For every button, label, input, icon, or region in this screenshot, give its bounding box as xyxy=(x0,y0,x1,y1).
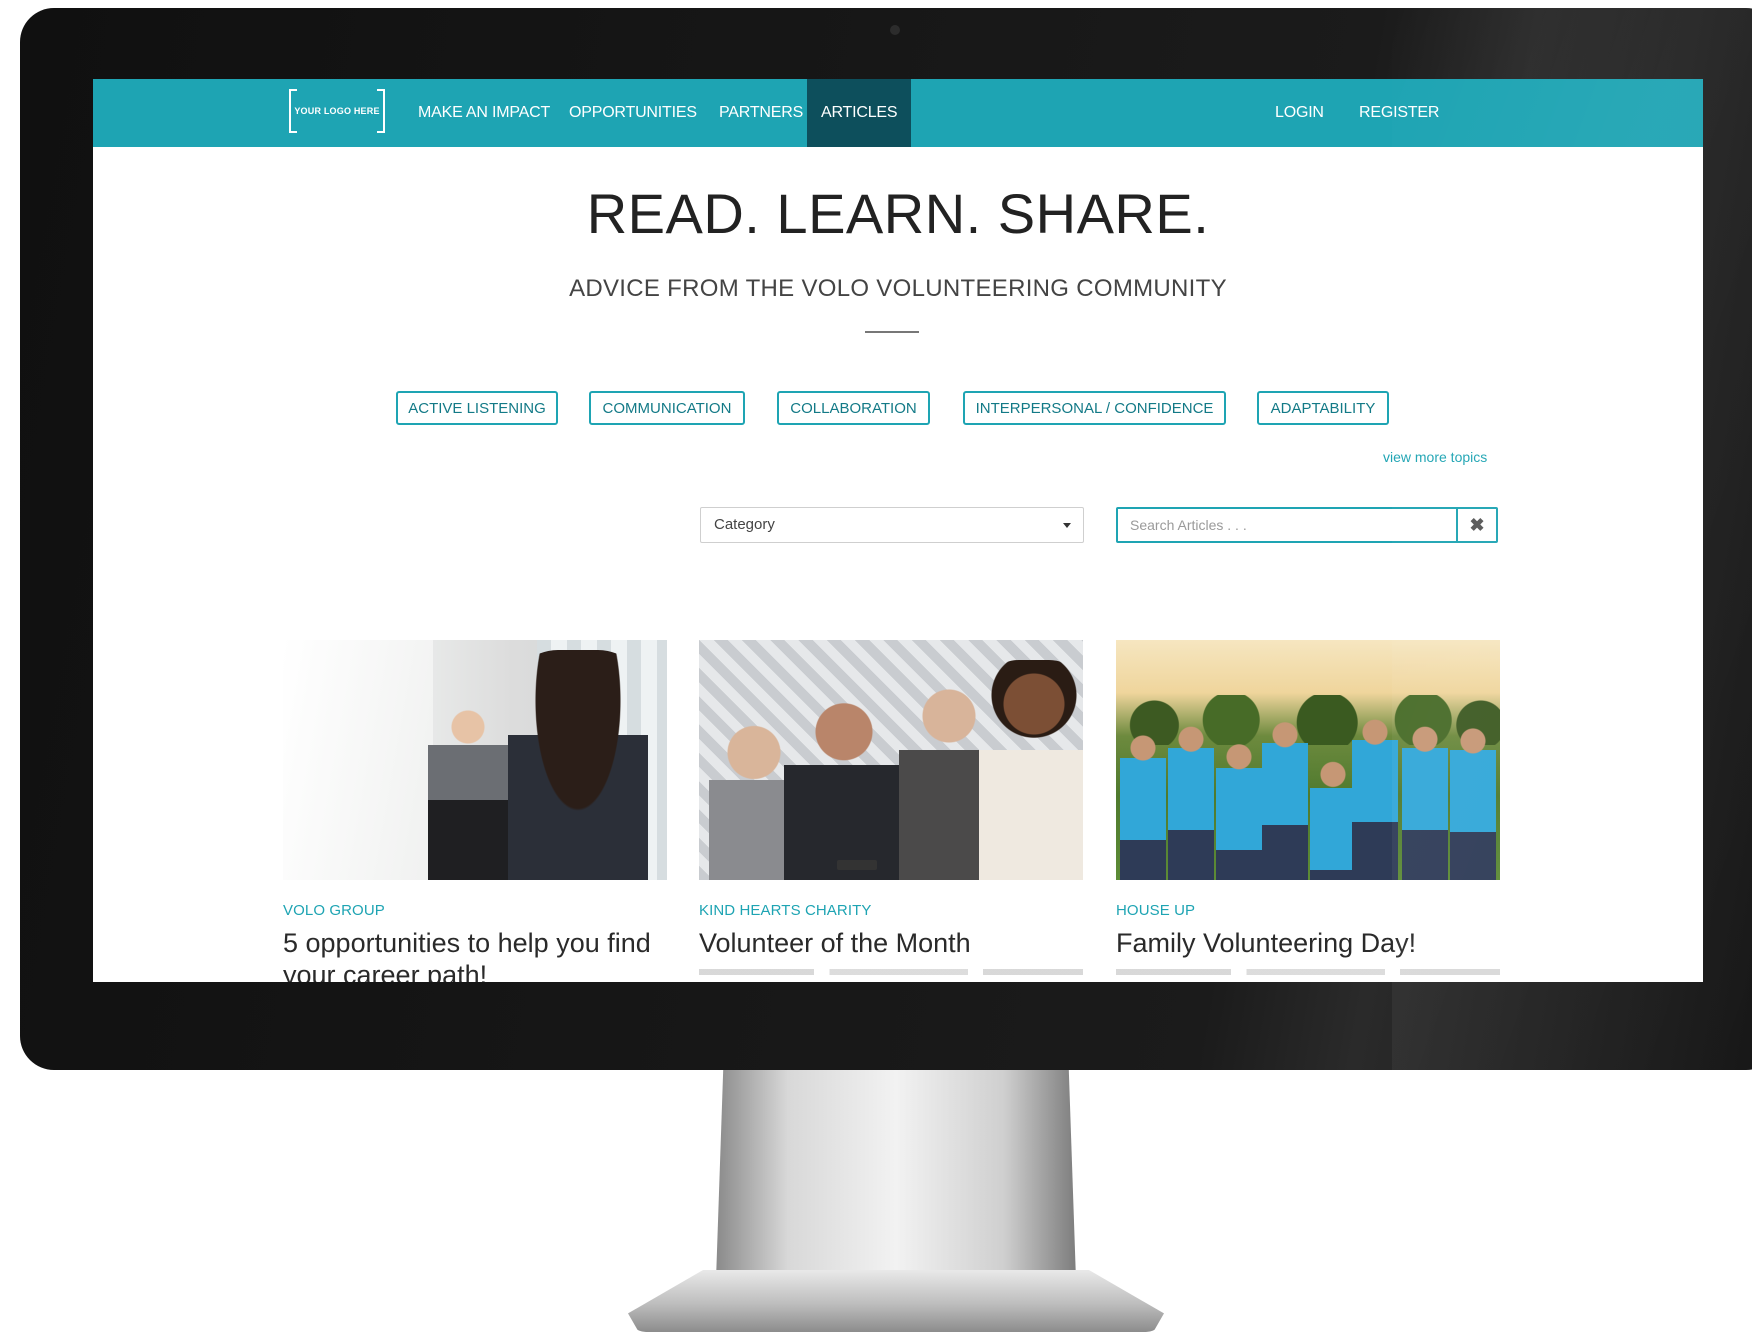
volunteers-outdoors-photo[interactable] xyxy=(1116,640,1500,880)
group-smiling-photo[interactable] xyxy=(699,640,1083,880)
topic-adaptability[interactable]: ADAPTABILITY xyxy=(1257,391,1389,425)
article-excerpt-placeholder xyxy=(1116,969,1500,975)
page-subtitle: ADVICE FROM THE VOLO VOLUNTEERING COMMUN… xyxy=(569,275,1227,302)
login-link[interactable]: LOGIN xyxy=(1275,79,1324,147)
article-org[interactable]: KIND HEARTS CHARITY xyxy=(699,902,1083,919)
clear-search-button[interactable]: ✖ xyxy=(1456,509,1496,541)
article-card[interactable]: VOLO GROUP 5 opportunities to help you f… xyxy=(283,640,667,982)
logo-text: YOUR LOGO HERE xyxy=(294,106,380,116)
topic-active-listening[interactable]: ACTIVE LISTENING xyxy=(396,391,558,425)
article-title[interactable]: 5 opportunities to help you find your ca… xyxy=(283,927,667,982)
topic-interpersonal-confidence[interactable]: INTERPERSONAL / CONFIDENCE xyxy=(963,391,1226,425)
site-logo[interactable]: YOUR LOGO HERE xyxy=(289,89,385,133)
article-org[interactable]: VOLO GROUP xyxy=(283,902,667,919)
search-input[interactable] xyxy=(1118,509,1456,541)
register-link[interactable]: REGISTER xyxy=(1359,79,1439,147)
nav-partners[interactable]: PARTNERS xyxy=(719,79,803,147)
title-divider xyxy=(865,331,919,333)
article-org[interactable]: HOUSE UP xyxy=(1116,902,1500,919)
category-select[interactable]: Category xyxy=(700,507,1084,543)
nav-articles[interactable]: ARTICLES xyxy=(807,79,912,147)
nav-opportunities[interactable]: OPPORTUNITIES xyxy=(569,79,697,147)
page-title: READ. LEARN. SHARE. xyxy=(586,182,1210,245)
office-whiteboard-photo[interactable] xyxy=(283,640,667,880)
topic-collaboration[interactable]: COLLABORATION xyxy=(777,391,930,425)
camera-icon xyxy=(890,25,900,35)
close-icon: ✖ xyxy=(1469,515,1485,535)
article-card[interactable]: KIND HEARTS CHARITY Volunteer of the Mon… xyxy=(699,640,1083,975)
category-select-value: Category xyxy=(714,516,775,533)
search-box: ✖ xyxy=(1116,507,1498,543)
article-excerpt-placeholder xyxy=(699,969,1083,975)
monitor-base xyxy=(628,1270,1164,1332)
view-more-topics-link[interactable]: view more topics xyxy=(1383,449,1487,465)
chevron-down-icon xyxy=(1063,523,1071,528)
monitor-mockup: YOUR LOGO HERE MAKE AN IMPACT OPPORTUNIT… xyxy=(0,0,1752,1334)
article-card[interactable]: HOUSE UP Family Volunteering Day! xyxy=(1116,640,1500,975)
browser-screen: YOUR LOGO HERE MAKE AN IMPACT OPPORTUNIT… xyxy=(93,79,1703,982)
article-title[interactable]: Family Volunteering Day! xyxy=(1116,927,1500,959)
nav-make-an-impact[interactable]: MAKE AN IMPACT xyxy=(418,79,550,147)
monitor-stand xyxy=(716,1070,1076,1280)
topic-communication[interactable]: COMMUNICATION xyxy=(589,391,745,425)
article-title[interactable]: Volunteer of the Month xyxy=(699,927,1083,959)
top-navbar: YOUR LOGO HERE MAKE AN IMPACT OPPORTUNIT… xyxy=(93,79,1703,147)
